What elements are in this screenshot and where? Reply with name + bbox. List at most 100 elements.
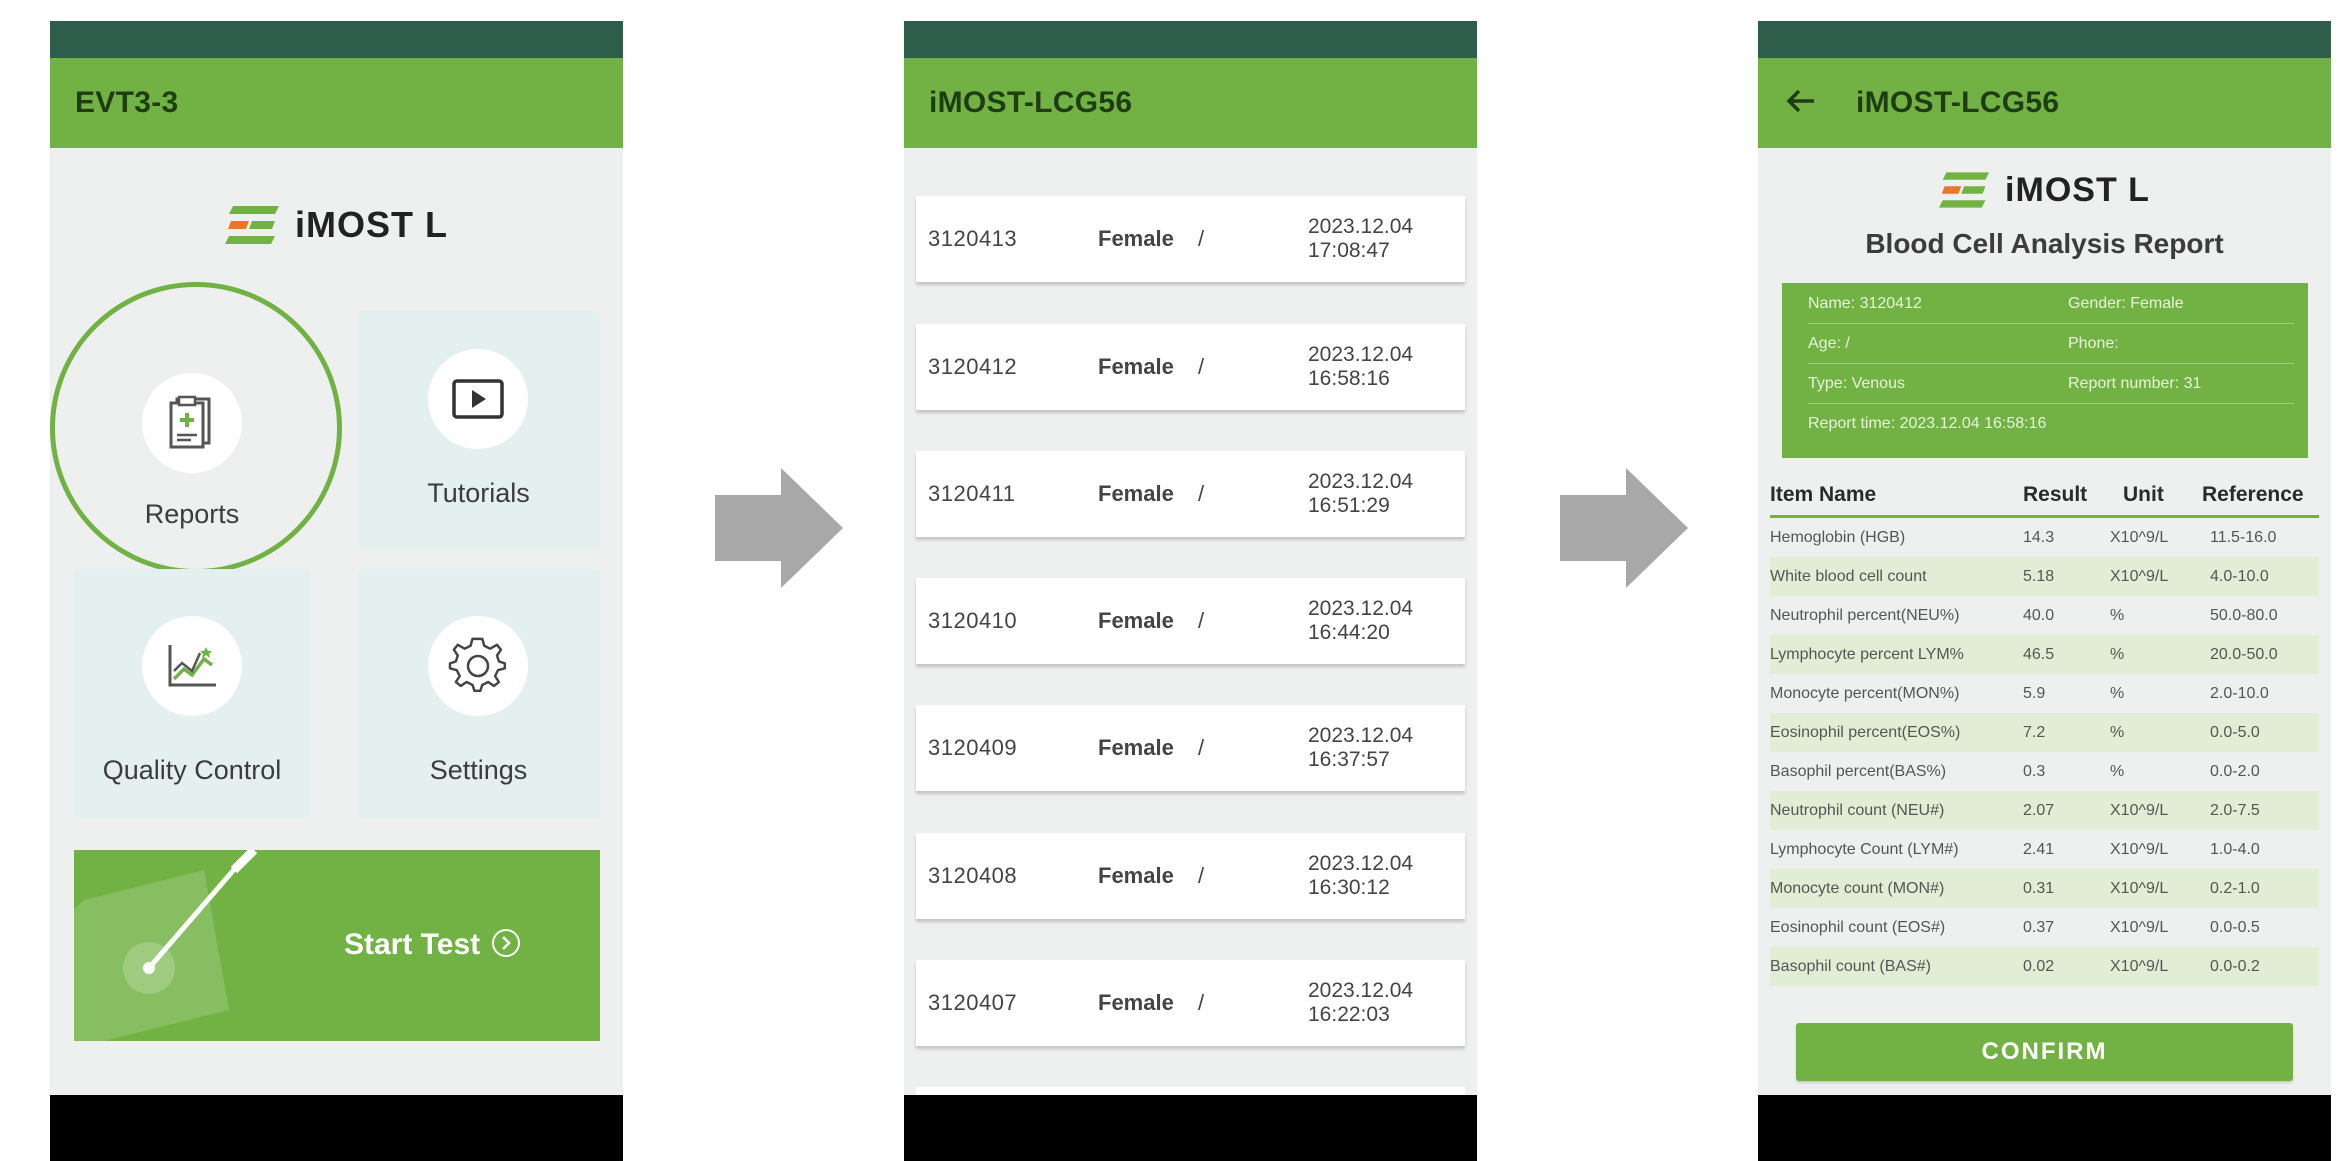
back-arrow-icon[interactable]: [1786, 86, 1826, 120]
record-age: /: [1198, 608, 1205, 633]
cell-reference: 2.0-7.5: [2210, 802, 2260, 819]
list-item[interactable]: 3120409 Female / 2023.12.04 16:37:57: [916, 705, 1465, 791]
device-title: EVT3-3: [75, 86, 179, 119]
record-id: 3120409: [928, 735, 1018, 760]
cell-result: 0.02: [2023, 958, 2055, 975]
record-id: 3120413: [928, 226, 1018, 251]
record-time: 16:58:16: [1308, 367, 1390, 390]
cell-item-name: Eosinophil count (EOS#): [1770, 919, 1946, 936]
info-gender: Gender: Female: [2068, 295, 2184, 312]
cell-unit: X10^9/L: [2110, 958, 2169, 975]
record-date: 2023.12.04: [1308, 979, 1414, 1002]
cell-reference: 11.5-16.0: [2210, 529, 2277, 546]
record-age: /: [1198, 354, 1205, 379]
chevron-right-icon: [492, 929, 521, 957]
tile-settings[interactable]: Settings: [357, 569, 600, 819]
record-date: 2023.12.04: [1308, 724, 1414, 747]
status-bar: [1758, 21, 2331, 58]
cell-unit: X10^9/L: [2110, 880, 2169, 897]
table-row: Neutrophil percent(NEU%) 40.0% 50.0-80.0: [1770, 596, 2319, 635]
record-time: 16:22:03: [1308, 1003, 1390, 1026]
list-item[interactable]: 3120410 Female / 2023.12.04 16:44:20: [916, 578, 1465, 664]
cell-result: 2.07: [2023, 802, 2055, 819]
brand-logo: iMOST L: [50, 204, 623, 246]
confirm-button[interactable]: CONFIRM: [1796, 1023, 2293, 1081]
info-name: Name: 3120412: [1808, 295, 1922, 312]
tile-label-quality-control: Quality Control: [102, 755, 282, 785]
cell-result: 14.3: [2023, 529, 2055, 546]
status-bar: [904, 21, 1477, 58]
info-age: Age: /: [1808, 335, 1850, 352]
record-time: 16:30:12: [1308, 876, 1390, 899]
record-id: 3120407: [928, 990, 1018, 1015]
record-date: 2023.12.04: [1308, 215, 1414, 238]
reports-highlight-ring: [50, 282, 342, 574]
record-age: /: [1198, 481, 1205, 506]
cell-item-name: White blood cell count: [1770, 568, 1927, 585]
cell-unit: X10^9/L: [2110, 919, 2169, 936]
list-item[interactable]: 3120413 Female / 2023.12.04 17:08:47: [916, 196, 1465, 282]
cell-item-name: Hemoglobin (HGB): [1770, 529, 1906, 546]
cell-unit: X10^9/L: [2110, 568, 2169, 585]
record-id: 3120408: [928, 863, 1018, 888]
flow-arrow-icon: [1560, 468, 1688, 588]
record-gender: Female: [1098, 735, 1174, 760]
record-age: /: [1198, 990, 1205, 1015]
table-row: White blood cell count 5.18 X10^9/L 4.0-10.…: [1770, 557, 2319, 596]
cell-item-name: Monocyte percent(MON%): [1770, 685, 1960, 702]
record-date: 2023.12.04: [1308, 597, 1414, 620]
record-id: 3120412: [928, 354, 1018, 379]
cell-result: 40.0: [2023, 607, 2055, 624]
table-row: Lymphocyte Count (LYM#) 2.41 X10^9/L 1.0-4.…: [1770, 830, 2319, 869]
tile-quality-control[interactable]: Quality Control: [74, 569, 310, 819]
cell-unit: %: [2110, 763, 2125, 780]
record-age: /: [1198, 226, 1205, 251]
cell-unit: %: [2110, 607, 2125, 624]
cell-result: 5.9: [2023, 685, 2046, 702]
table-row: Basophil percent(BAS%) 0.3% 0.0-2.0: [1770, 752, 2319, 791]
cell-reference: 1.0-4.0: [2210, 841, 2260, 858]
cell-item-name: Eosinophil percent(EOS%): [1770, 724, 1961, 741]
test-strip-illustration: [74, 850, 258, 1041]
results-table-header: Item Name Result Unit Reference: [1770, 473, 2319, 518]
app-bar: iMOST-LCG56: [904, 58, 1477, 148]
table-row: Neutrophil count (NEU#) 2.07 X10^9/L 2.0-7.…: [1770, 791, 2319, 830]
record-age: /: [1198, 735, 1205, 760]
report-detail-screen: iMOST-LCG56 iMOST L Blood Cell Analysis …: [1758, 21, 2331, 1161]
cell-result: 5.18: [2023, 568, 2055, 585]
records-list-screen: iMOST-LCG56 3120413 Female / 2023.12.04 1…: [904, 21, 1477, 1161]
system-nav-bar: [1758, 1095, 2331, 1161]
start-test-button[interactable]: Start Test: [74, 850, 600, 1041]
logo-mark-icon: [1939, 172, 1990, 208]
list-item[interactable]: 3120411 Female / 2023.12.04 16:51:29: [916, 451, 1465, 537]
cell-reference: 20.0-50.0: [2210, 646, 2278, 663]
record-time: 16:37:57: [1308, 748, 1390, 771]
system-nav-bar: [904, 1095, 1477, 1161]
record-gender: Female: [1098, 608, 1174, 633]
brand-logo: iMOST L: [1758, 170, 2331, 210]
cell-result: 0.3: [2023, 763, 2046, 780]
tile-tutorials[interactable]: Tutorials: [357, 311, 600, 549]
info-report-number: Report number: 31: [2068, 375, 2202, 392]
cell-unit: X10^9/L: [2110, 529, 2169, 546]
table-row: Basophil count (BAS#) 0.02 X10^9/L 0.0-0.2: [1770, 947, 2319, 986]
info-phone: Phone:: [2068, 335, 2119, 352]
tile-label-tutorials: Tutorials: [427, 478, 530, 508]
app-bar: EVT3-3: [50, 58, 623, 148]
cell-unit: %: [2110, 646, 2125, 663]
logo-mark-icon: [225, 206, 279, 244]
cell-item-name: Monocyte count (MON#): [1770, 880, 1945, 897]
record-time: 17:08:47: [1308, 239, 1390, 262]
cell-result: 7.2: [2023, 724, 2046, 741]
list-item[interactable]: 3120412 Female / 2023.12.04 16:58:16: [916, 324, 1465, 410]
table-row: Monocyte percent(MON%) 5.9% 2.0-10.0: [1770, 674, 2319, 713]
cell-reference: 0.0-0.5: [2210, 919, 2260, 936]
cell-unit: %: [2110, 724, 2125, 741]
record-date: 2023.12.04: [1308, 470, 1414, 493]
list-item[interactable]: 3120407 Female / 2023.12.04 16:22:03: [916, 960, 1465, 1046]
system-nav-bar: [50, 1095, 623, 1161]
list-item[interactable]: 3120408 Female / 2023.12.04 16:30:12: [916, 833, 1465, 919]
cell-item-name: Neutrophil count (NEU#): [1770, 802, 1945, 819]
gear-icon: [428, 616, 528, 716]
cell-unit: %: [2110, 685, 2125, 702]
